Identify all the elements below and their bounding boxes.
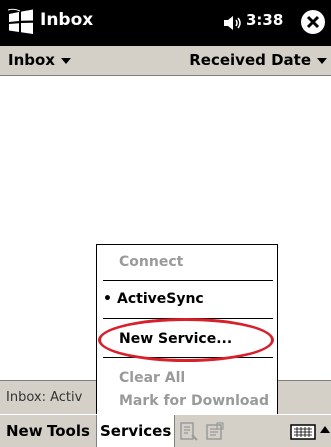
send-receive-icon[interactable] xyxy=(178,421,200,443)
menu-new[interactable]: New xyxy=(6,422,43,440)
chevron-down-icon xyxy=(60,57,71,64)
clock[interactable]: 3:38 xyxy=(246,11,283,29)
menu-item-clear-all[interactable]: Clear All xyxy=(119,370,185,386)
status-text: Inbox: Activ xyxy=(6,390,83,405)
chevron-down-icon xyxy=(317,57,327,64)
app-title: Inbox xyxy=(40,10,94,30)
title-bar: Inbox 3:38 xyxy=(0,0,331,46)
filter-bar: Inbox Received Date xyxy=(0,46,331,76)
menu-services[interactable]: Services xyxy=(96,415,176,447)
folder-dropdown-label: Inbox xyxy=(8,51,55,69)
keyboard-icon[interactable] xyxy=(290,423,316,441)
menu-item-activesync[interactable]: • ActiveSync xyxy=(103,291,204,307)
folder-list-icon[interactable] xyxy=(204,421,226,443)
windows-flag-icon[interactable] xyxy=(6,8,36,36)
highlight-circle xyxy=(98,318,274,362)
speaker-icon[interactable] xyxy=(222,14,244,32)
sort-dropdown-label: Received Date xyxy=(189,51,311,69)
menu-item-connect[interactable]: Connect xyxy=(119,254,183,270)
menu-separator xyxy=(103,280,273,281)
menu-item-activesync-label: ActiveSync xyxy=(117,291,204,307)
menu-tools[interactable]: Tools xyxy=(47,422,90,440)
folder-dropdown[interactable]: Inbox xyxy=(8,51,71,69)
close-icon[interactable] xyxy=(300,9,326,35)
up-arrow-icon[interactable] xyxy=(320,426,330,433)
selected-bullet: • xyxy=(103,291,112,307)
menu-bar: New Tools Services xyxy=(0,414,331,447)
sort-dropdown[interactable]: Received Date xyxy=(189,51,327,69)
menu-item-mark-for-download[interactable]: Mark for Download xyxy=(119,393,269,409)
